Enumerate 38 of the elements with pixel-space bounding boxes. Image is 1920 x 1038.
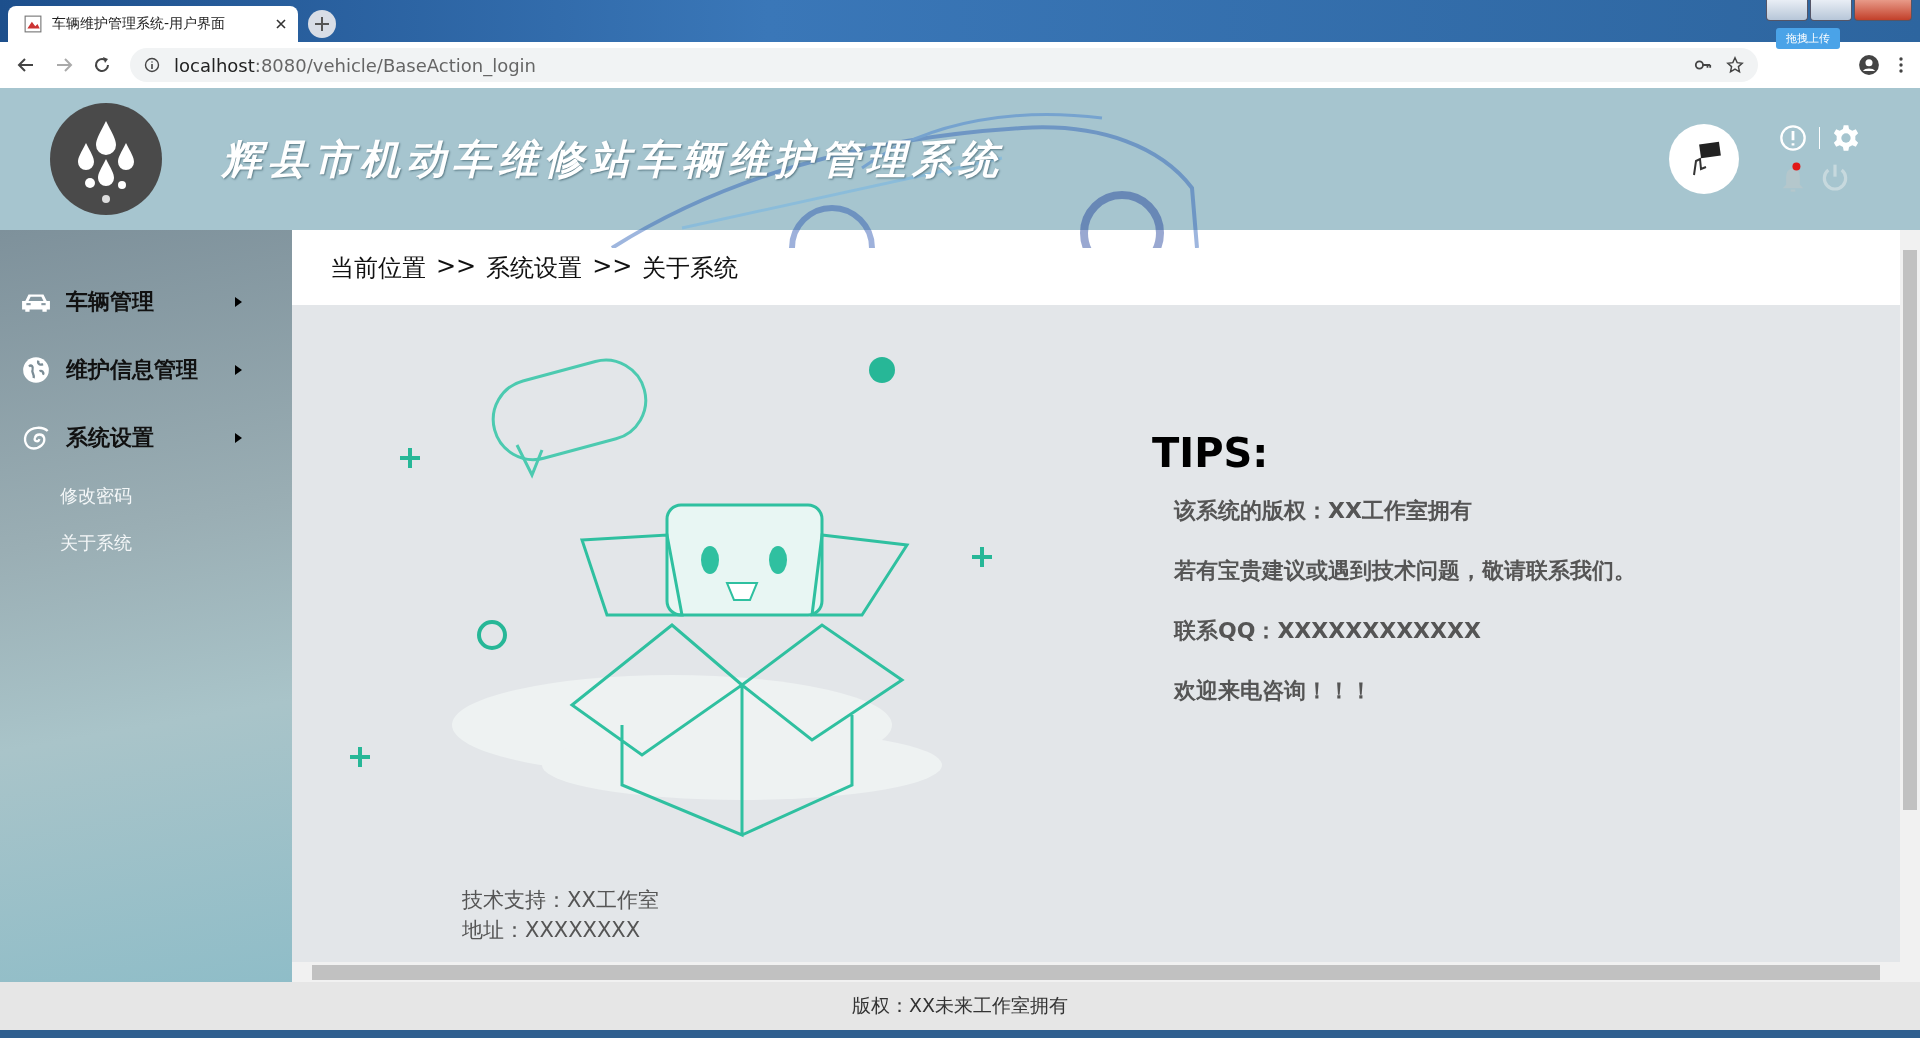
more-icon[interactable] <box>1898 55 1904 75</box>
reload-icon[interactable] <box>92 55 112 75</box>
picture-icon <box>24 15 42 33</box>
support-text: 地址：XXXXXXXX <box>462 917 642 944</box>
address-field[interactable]: localhost:8080/vehicle/BaseAction_login <box>130 48 1758 82</box>
caret-icon <box>235 433 242 443</box>
breadcrumb-separator: >> <box>592 251 633 282</box>
vertical-scrollbar[interactable] <box>1900 230 1920 982</box>
tip-text: 联系QQ：XXXXXXXXXXXX <box>1174 617 1482 645</box>
browser-tab[interactable]: 车辆维护管理系统-用户界面 <box>8 6 298 42</box>
tip-text: 该系统的版权：XX工作室拥有 <box>1174 497 1473 525</box>
minimize-button[interactable] <box>1766 0 1808 21</box>
new-tab-button[interactable] <box>308 10 336 38</box>
menu-item[interactable]: 车辆管理 <box>0 268 292 336</box>
tip-text: 若有宝贵建议或遇到技术问题，敬请联系我们。 <box>1174 557 1636 585</box>
account-icon[interactable] <box>1858 54 1880 76</box>
caret-icon <box>235 365 242 375</box>
menu-item[interactable]: 维护信息管理 <box>0 336 292 404</box>
menu-item[interactable]: 系统设置 <box>0 404 292 472</box>
copyright-text: 版权：XX未来工作室拥有 <box>851 993 1068 1018</box>
globe-icon <box>20 356 52 384</box>
tips-heading: TIPS: <box>1152 430 1270 476</box>
close-icon[interactable] <box>276 19 286 29</box>
breadcrumb-item: 当前位置 <box>330 252 426 284</box>
tab-title: 车辆维护管理系统-用户界面 <box>52 15 227 33</box>
maximize-button[interactable] <box>1810 0 1852 21</box>
info-icon <box>144 57 160 73</box>
caret-icon <box>235 297 242 307</box>
system-title: 辉县市机动车维修站车辆维护管理系统 <box>222 133 1004 184</box>
breadcrumb-item: 系统设置 <box>486 252 583 284</box>
breadcrumb-separator: >> <box>436 251 477 282</box>
breadcrumb-item: 关于系统 <box>642 252 739 284</box>
star-icon[interactable] <box>1726 56 1744 74</box>
tip-text: 欢迎来电咨询！！！ <box>1174 677 1373 705</box>
support-text: 技术支持：XX工作室 <box>462 887 660 914</box>
window-close-button[interactable] <box>1854 0 1912 21</box>
horizontal-scrollbar[interactable] <box>292 962 1900 982</box>
logo-icon <box>50 103 162 215</box>
